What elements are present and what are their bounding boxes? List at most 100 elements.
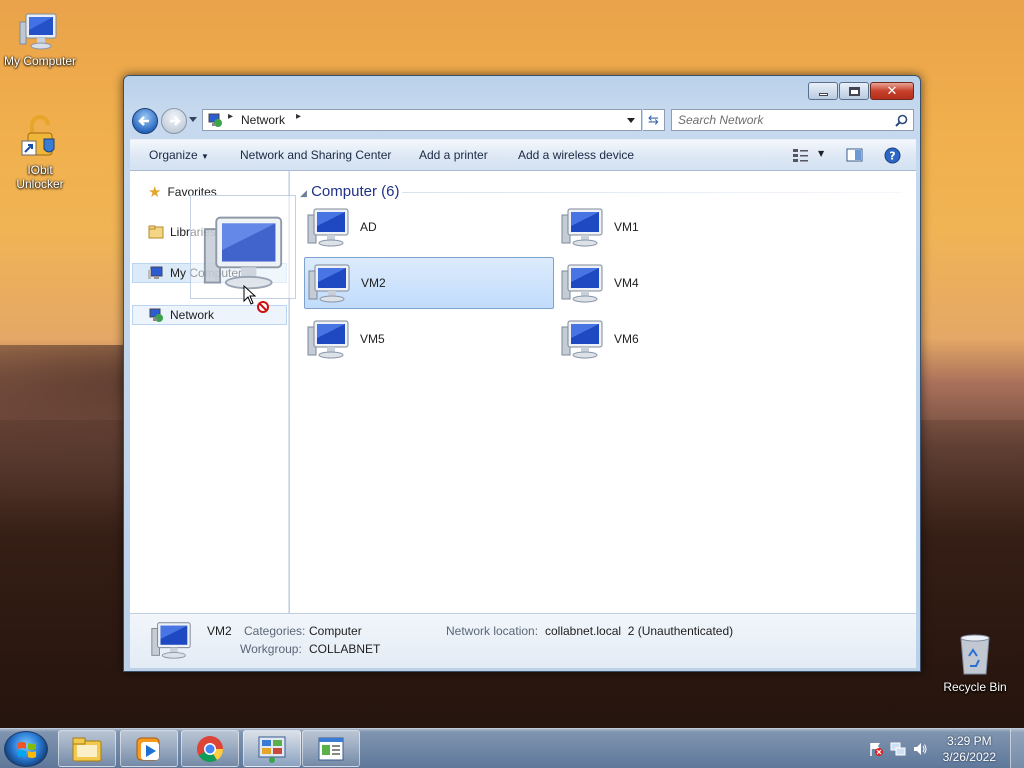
view-dropdown-icon[interactable]: ▼ xyxy=(818,149,824,158)
computer-icon xyxy=(148,266,163,279)
taskbar-media-player-button[interactable] xyxy=(120,730,178,767)
desktop-icon-label: IObit Unlocker xyxy=(16,163,64,191)
caption-buttons: ✕ xyxy=(807,82,914,100)
add-wireless-device-button[interactable]: Add a wireless device xyxy=(518,148,634,162)
nav-item-label: Network xyxy=(170,308,215,322)
collapse-icon: ◢ xyxy=(300,188,307,198)
volume-icon[interactable] xyxy=(912,741,928,757)
network-tray-icon[interactable] xyxy=(890,741,906,757)
address-bar[interactable]: ▸ Network ▸ xyxy=(202,109,642,131)
add-printer-button[interactable]: Add a printer xyxy=(419,148,488,162)
details-pane: VM2 Categories: Computer Workgroup: COLL… xyxy=(130,613,916,668)
details-workgroup-value: COLLABNET xyxy=(309,642,381,656)
address-row: ▸ Network ▸ ⇆ xyxy=(130,106,916,134)
clock-time: 3:29 PM xyxy=(946,734,992,748)
computer-item-vm1[interactable]: VM1 xyxy=(558,201,808,253)
refresh-button[interactable]: ⇆ xyxy=(643,109,665,131)
search-box[interactable] xyxy=(671,109,914,131)
close-button[interactable]: ✕ xyxy=(870,82,914,100)
clock-date: 3/26/2022 xyxy=(942,750,996,764)
network-icon xyxy=(149,308,163,322)
computer-item-ad[interactable]: AD xyxy=(304,201,554,253)
computer-icon xyxy=(561,320,603,359)
computer-item-vm6[interactable]: VM6 xyxy=(558,313,808,365)
preview-pane-icon[interactable] xyxy=(846,147,864,163)
content-pane[interactable]: ◢ Computer (6) AD VM1 VM2 VM4 VM5 VM6 xyxy=(290,171,916,613)
computer-icon xyxy=(19,13,57,50)
minimize-button[interactable] xyxy=(808,82,838,100)
document-icon xyxy=(318,737,344,760)
back-button[interactable] xyxy=(132,108,158,134)
item-label: VM2 xyxy=(361,276,386,290)
maximize-icon xyxy=(848,86,860,96)
computer-item-vm5[interactable]: VM5 xyxy=(304,313,554,365)
forward-button[interactable] xyxy=(161,108,187,134)
refresh-icon: ⇆ xyxy=(648,112,659,128)
details-categories-value: Computer xyxy=(309,624,362,638)
computer-icon xyxy=(561,264,603,303)
details-location-value: collabnet.local 2 (Unauthenticated) xyxy=(545,624,734,638)
computer-item-vm4[interactable]: VM4 xyxy=(558,257,808,309)
media-player-icon xyxy=(136,737,160,760)
desktop-icon-iobit-unlocker[interactable]: IObit Unlocker xyxy=(0,115,80,191)
action-center-flag-icon[interactable] xyxy=(868,741,884,757)
network-sharing-center-button[interactable]: Network and Sharing Center xyxy=(240,148,391,162)
back-arrow-icon xyxy=(138,116,149,126)
chevron-down-icon: ▼ xyxy=(201,152,209,161)
details-location-label: Network location: xyxy=(446,624,539,638)
explorer-window[interactable]: ✕ ▸ Network ▸ ⇆ Organize ▼ Network an xyxy=(123,75,921,672)
recent-pages-dropdown[interactable] xyxy=(189,117,197,122)
group-header[interactable]: ◢ Computer (6) xyxy=(300,183,399,200)
desktop-icon-recycle-bin[interactable]: Recycle Bin xyxy=(935,630,1015,694)
system-clock[interactable]: 3:29 PM 3/26/2022 xyxy=(943,733,996,765)
breadcrumb-network[interactable]: Network xyxy=(241,113,285,127)
computer-icon xyxy=(203,216,283,290)
item-label: AD xyxy=(360,220,377,234)
start-button[interactable] xyxy=(4,731,48,767)
network-icon xyxy=(208,113,222,127)
computer-icon xyxy=(308,264,350,303)
search-input[interactable] xyxy=(678,111,888,129)
group-divider xyxy=(402,192,902,193)
desktop-icon-label: Recycle Bin xyxy=(943,680,1007,694)
item-label: VM4 xyxy=(614,276,639,290)
drag-preview xyxy=(190,195,296,299)
change-view-icon[interactable] xyxy=(792,147,810,163)
show-desktop-button[interactable] xyxy=(1010,729,1024,768)
command-bar: Organize ▼ Network and Sharing Center Ad… xyxy=(130,139,916,171)
windows-logo-icon xyxy=(18,742,36,758)
computer-item-vm2[interactable]: VM2 xyxy=(304,257,554,309)
taskbar-chrome-button[interactable] xyxy=(181,730,239,767)
details-categories-label: Categories: xyxy=(244,624,306,638)
taskbar: 3:29 PM 3/26/2022 xyxy=(0,728,1024,768)
mouse-cursor-icon xyxy=(243,285,269,313)
details-workgroup-label: Workgroup: xyxy=(240,642,302,656)
breadcrumb-separator-icon: ▸ xyxy=(228,111,234,122)
search-icon[interactable] xyxy=(895,114,908,127)
maximize-button[interactable] xyxy=(839,82,869,100)
item-label: VM5 xyxy=(360,332,385,346)
chrome-icon xyxy=(197,735,224,762)
organize-button[interactable]: Organize ▼ xyxy=(149,148,209,162)
star-icon: ★ xyxy=(148,184,162,201)
control-panel-icon xyxy=(258,736,286,763)
address-dropdown-icon[interactable] xyxy=(627,118,635,123)
computer-icon xyxy=(151,622,191,659)
svg-text:?: ? xyxy=(889,150,895,163)
computer-icon xyxy=(561,208,603,247)
desktop-icon-label: My Computer xyxy=(3,54,77,68)
explorer-icon xyxy=(72,737,102,761)
desktop-icon-my-computer[interactable]: My Computer xyxy=(0,10,80,68)
item-label: VM1 xyxy=(614,220,639,234)
forward-arrow-icon xyxy=(170,116,181,126)
item-label: VM6 xyxy=(614,332,639,346)
taskbar-control-panel-button[interactable] xyxy=(243,730,301,767)
minimize-icon xyxy=(818,92,828,96)
breadcrumb-separator-icon[interactable]: ▸ xyxy=(296,111,301,122)
unlocker-icon xyxy=(21,115,55,156)
taskbar-document-button[interactable] xyxy=(302,730,360,767)
taskbar-explorer-button[interactable] xyxy=(58,730,116,767)
group-title: Computer (6) xyxy=(311,183,400,200)
computer-icon xyxy=(307,320,349,359)
help-icon[interactable]: ? xyxy=(884,147,901,164)
